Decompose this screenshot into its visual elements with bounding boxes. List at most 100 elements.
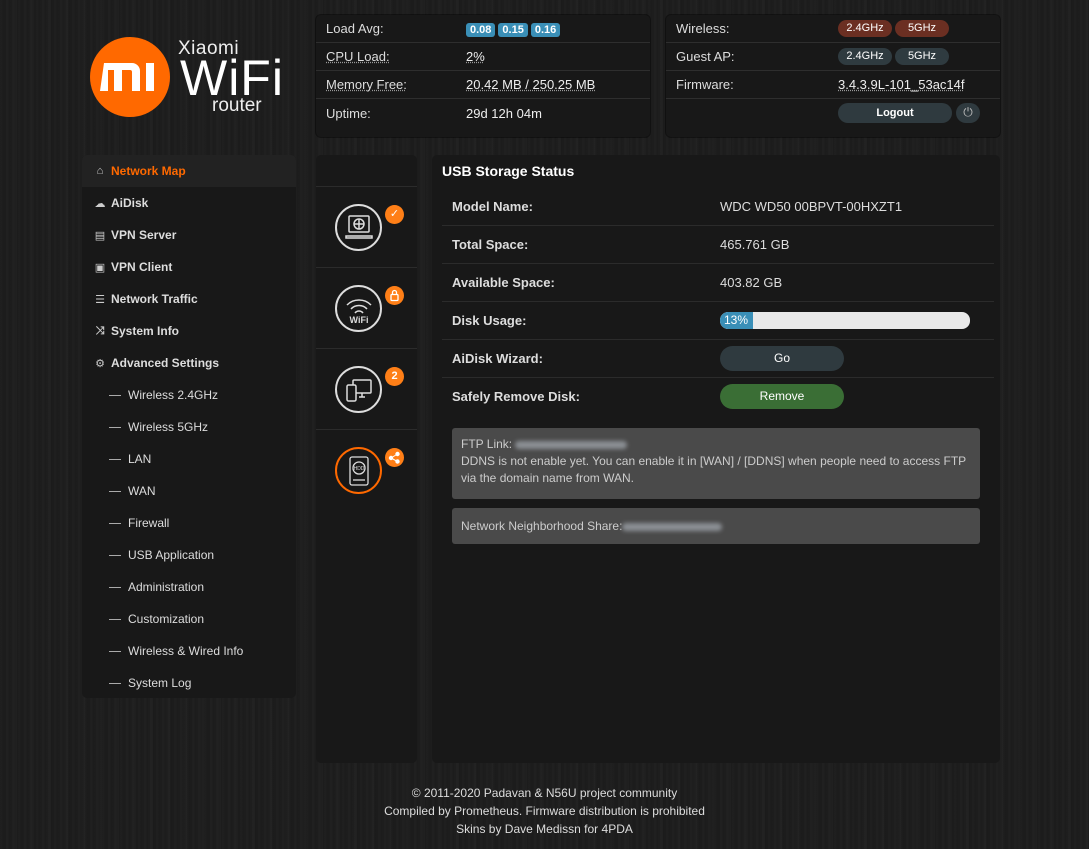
- uptime-value: 29d 12h 04m: [466, 105, 542, 121]
- sidebar-subitem-administration[interactable]: Administration: [82, 571, 296, 603]
- ftp-link-label: FTP Link:: [461, 437, 513, 451]
- devices-icon[interactable]: [335, 366, 382, 413]
- guest-ap-row: Guest AP: 2.4GHz 5GHz: [666, 43, 1000, 71]
- safely-remove-label: Safely Remove Disk:: [452, 389, 580, 404]
- footer-compiled: Compiled by Prometheus. Firmware distrib…: [384, 804, 705, 818]
- model-label: Model Name:: [452, 198, 533, 214]
- sidebar-item-vpn-server[interactable]: ▤ VPN Server: [82, 219, 296, 251]
- logout-row: Logout ⏻: [666, 99, 1000, 127]
- mi-logo-icon: [100, 63, 154, 91]
- shuffle-icon: ⤨: [95, 324, 105, 337]
- network-share-redacted[interactable]: [621, 522, 722, 531]
- sidebar-item-aidisk[interactable]: ☁ AiDisk: [82, 187, 296, 219]
- lock-icon: [385, 286, 404, 305]
- disk-usage-percent: 13%: [724, 313, 749, 327]
- footer: © 2011-2020 Padavan & N56U project commu…: [0, 784, 1089, 838]
- firmware-row: Firmware: 3.4.3.9L-101_53ac14f: [666, 71, 1000, 99]
- total-space-value: 465.761 GB: [720, 237, 790, 252]
- wireless-24-badge[interactable]: 2.4GHz: [838, 20, 892, 37]
- wireless-5-badge[interactable]: 5GHz: [895, 20, 949, 37]
- guest-ap-label: Guest AP:: [676, 49, 735, 64]
- guest-5-badge[interactable]: 5GHz: [895, 48, 949, 65]
- sidebar-item-network-traffic[interactable]: ☰ Network Traffic: [82, 283, 296, 315]
- disk-usage-label: Disk Usage:: [452, 313, 527, 328]
- go-button[interactable]: Go: [720, 346, 844, 371]
- guest-24-badge[interactable]: 2.4GHz: [838, 48, 892, 65]
- load-avg-5: 0.15: [498, 22, 528, 37]
- sidebar-item-network-map[interactable]: ⌂ Network Map: [82, 155, 296, 187]
- sidebar-subitem-wireless-wired-info[interactable]: Wireless & Wired Info: [82, 635, 296, 667]
- sidebar-item-label: Advanced Settings: [111, 356, 220, 370]
- sidebar-item-advanced-settings[interactable]: ⚙ Advanced Settings: [82, 347, 296, 379]
- load-avg-values: 0.08 0.15 0.16: [466, 21, 563, 37]
- available-space-row: Available Space: 403.82 GB: [442, 263, 994, 301]
- memory-free-label[interactable]: Memory Free:: [326, 77, 466, 92]
- clients-status-tile[interactable]: 2: [316, 348, 417, 428]
- sidebar-subitem-customization[interactable]: Customization: [82, 603, 296, 635]
- load-avg-1: 0.08: [466, 22, 496, 37]
- wifi-status-tile[interactable]: WiFi: [316, 267, 417, 347]
- traffic-icon: ☰: [95, 293, 105, 306]
- hdd-icon[interactable]: HDD: [335, 447, 382, 494]
- network-share-box: Network Neighborhood Share:: [452, 508, 980, 544]
- load-avg-15: 0.16: [530, 22, 561, 37]
- sidebar: ⌂ Network Map ☁ AiDisk ▤ VPN Server ▣ VP…: [82, 155, 296, 698]
- usb-status-tile[interactable]: HDD: [316, 429, 417, 509]
- ftp-ddns-note: DDNS is not enable yet. You can enable i…: [461, 454, 966, 485]
- sidebar-subitem-wireless-5[interactable]: Wireless 5GHz: [82, 411, 296, 443]
- firmware-label: Firmware:: [676, 77, 734, 92]
- cpu-load-value[interactable]: 2%: [466, 49, 485, 64]
- internet-globe-icon[interactable]: [335, 204, 382, 251]
- sidebar-item-label: Network Map: [111, 164, 186, 178]
- safely-remove-row: Safely Remove Disk: Remove: [442, 377, 994, 415]
- sidebar-subitem-usb-application[interactable]: USB Application: [82, 539, 296, 571]
- cpu-load-label[interactable]: CPU Load:: [326, 49, 466, 64]
- sidebar-item-system-info[interactable]: ⤨ System Info: [82, 315, 296, 347]
- wireless-row: Wireless: 2.4GHz 5GHz: [666, 15, 1000, 43]
- aidisk-wizard-label: AiDisk Wizard:: [452, 351, 543, 366]
- sidebar-item-label: VPN Client: [111, 260, 173, 274]
- wireless-label: Wireless:: [676, 21, 730, 36]
- disk-usage-row: Disk Usage: 13%: [442, 301, 994, 339]
- load-avg-row: Load Avg: 0.08 0.15 0.16: [316, 15, 650, 43]
- footer-skins: Skins by Dave Medissn for 4PDA: [456, 822, 633, 836]
- sidebar-item-label: AiDisk: [111, 196, 149, 210]
- sidebar-item-label: VPN Server: [111, 228, 177, 242]
- vpn-server-icon: ▤: [94, 229, 106, 242]
- footer-copyright: © 2011-2020 Padavan & N56U project commu…: [411, 786, 678, 800]
- available-space-value: 403.82 GB: [720, 275, 783, 290]
- wifi-icon[interactable]: WiFi: [335, 285, 382, 332]
- network-map-icons: ✓ WiFi 2 HDD: [316, 155, 417, 763]
- sidebar-subitem-wan[interactable]: WAN: [82, 475, 296, 507]
- logout-button[interactable]: Logout: [838, 103, 952, 123]
- disk-usage-bar: 13%: [720, 312, 970, 329]
- clients-count-badge: 2: [385, 367, 404, 386]
- vpn-client-icon: ▣: [94, 261, 106, 274]
- svg-text:HDD: HDD: [353, 466, 364, 472]
- sidebar-subitem-system-log[interactable]: System Log: [82, 667, 296, 699]
- firmware-version[interactable]: 3.4.3.9L-101_53ac14f: [838, 77, 965, 92]
- sidebar-item-vpn-client[interactable]: ▣ VPN Client: [82, 251, 296, 283]
- total-space-label: Total Space:: [452, 237, 529, 252]
- ftp-link-redacted[interactable]: [515, 440, 628, 449]
- sidebar-subitem-wireless-24[interactable]: Wireless 2.4GHz: [82, 379, 296, 411]
- cloud-icon: ☁: [94, 197, 106, 210]
- check-icon: ✓: [385, 205, 404, 224]
- radio-status-panel: Wireless: 2.4GHz 5GHz Guest AP: 2.4GHz 5…: [666, 15, 1000, 137]
- usb-storage-panel: USB Storage Status Model Name: WDC WD50 …: [432, 155, 1000, 763]
- uptime-label: Uptime:: [326, 105, 371, 121]
- internet-status-tile[interactable]: ✓: [316, 186, 417, 266]
- uptime-row: Uptime: 29d 12h 04m: [316, 99, 650, 127]
- cpu-load-row[interactable]: CPU Load: 2%: [316, 43, 650, 71]
- panel-title: USB Storage Status: [442, 163, 575, 179]
- gear-icon: ⚙: [95, 357, 105, 370]
- svg-text:WiFi: WiFi: [349, 315, 368, 325]
- memory-free-value[interactable]: 20.42 MB / 250.25 MB: [466, 77, 595, 92]
- memory-row[interactable]: Memory Free: 20.42 MB / 250.25 MB: [316, 71, 650, 99]
- sidebar-item-label: System Info: [111, 324, 180, 338]
- power-icon[interactable]: ⏻: [956, 103, 980, 123]
- share-icon: [385, 448, 404, 467]
- remove-button[interactable]: Remove: [720, 384, 844, 409]
- sidebar-subitem-lan[interactable]: LAN: [82, 443, 296, 475]
- sidebar-subitem-firewall[interactable]: Firewall: [82, 507, 296, 539]
